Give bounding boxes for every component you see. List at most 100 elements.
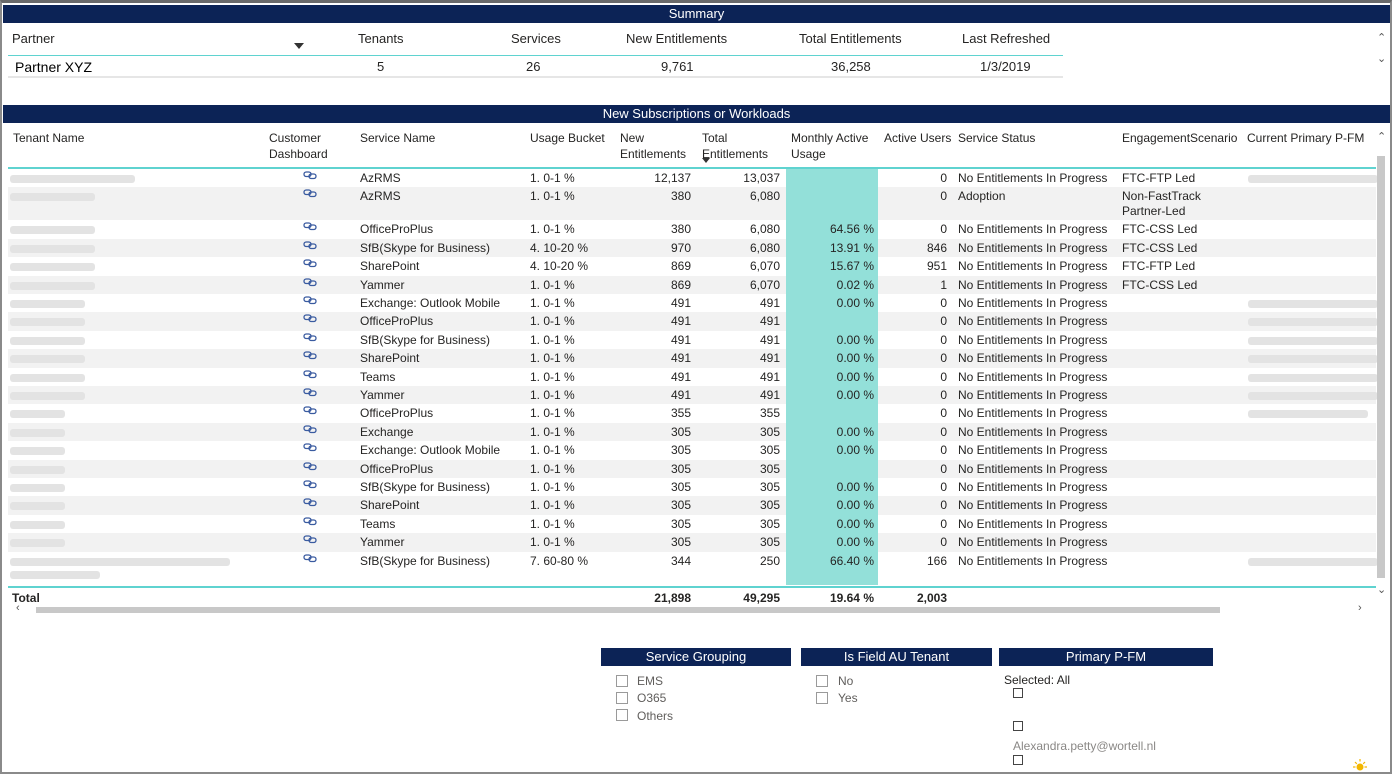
summary-header-partner[interactable]: Partner [12, 31, 55, 46]
summary-bottom-border [8, 76, 1063, 78]
col-header-new-entitlements[interactable]: New Entitlements [620, 130, 686, 162]
cell-total-entitlements: 6,080 [749, 189, 780, 204]
col-header-total-entitlements[interactable]: Total Entitlements [702, 130, 768, 162]
table-row[interactable]: OfficeProPlus 1. 0-1 % 355 355 0 No Entitleme… [8, 404, 1376, 423]
cell-usage-bucket: 1. 0-1 % [530, 171, 575, 185]
summary-divider [8, 55, 1063, 56]
table-row[interactable]: Yammer 1. 0-1 % 305 305 0.00 % 0 No Entitlemen… [8, 533, 1376, 552]
pfm-email-redacted [1248, 355, 1378, 364]
horizontal-scrollbar[interactable]: ‹ › [8, 602, 1368, 615]
link-icon[interactable] [303, 332, 317, 342]
cell-service-name: OfficeProPlus [360, 222, 434, 237]
link-icon[interactable] [303, 442, 317, 452]
table-row[interactable]: SharePoint 4. 10-20 % 869 6,070 15.67 % 951 No… [8, 257, 1376, 276]
link-icon[interactable] [303, 479, 317, 489]
link-icon[interactable] [303, 516, 317, 526]
link-icon[interactable] [303, 170, 317, 180]
scroll-up-icon[interactable]: ⌃ [1377, 130, 1386, 143]
table-row[interactable]: Exchange: Outlook Mobile 1. 0-1 % 491 491 0.… [8, 294, 1378, 313]
cell-total-entitlements: 305 [759, 443, 780, 458]
summary-services-value: 26 [526, 59, 541, 74]
cell-monthly-active-usage: 0.00 % [836, 443, 874, 458]
table-row[interactable]: SfB(Skype for Business) 1. 0-1 % 305 305 0.0… [8, 478, 1376, 497]
table-row[interactable]: Yammer 1. 0-1 % 491 491 0.00 % 0 No Entitlemen… [8, 386, 1378, 405]
table-row[interactable]: OfficeProPlus 1. 0-1 % 380 6,080 64.56 % 0 No … [8, 220, 1376, 239]
cell-new-entitlements: 491 [670, 332, 691, 347]
cell-usage-bucket: 1. 0-1 % [530, 461, 575, 476]
link-icon[interactable] [303, 553, 317, 563]
scroll-down-icon[interactable]: ⌄ [1377, 583, 1386, 596]
col-header-tenant-name[interactable]: Tenant Name [13, 130, 84, 146]
cell-service-status: No Entitlements In Progress [958, 259, 1108, 274]
cell-service-status: No Entitlements In Progress [958, 296, 1108, 310]
scroll-down-icon[interactable]: ⌄ [1377, 52, 1386, 65]
cell-service-name: OfficeProPlus [360, 314, 434, 329]
cell-usage-bucket: 1. 0-1 % [530, 516, 575, 531]
sun-icon[interactable] [1352, 758, 1368, 772]
checkbox-pfm-2[interactable] [1013, 721, 1023, 731]
checkbox-others[interactable] [616, 709, 628, 721]
link-icon[interactable] [303, 387, 317, 397]
table-row[interactable]: Exchange 1. 0-1 % 305 305 0.00 % 0 No Entitlem… [8, 422, 1376, 442]
table-row[interactable]: Yammer 1. 0-1 % 869 6,070 0.02 % 1 No Entitlem… [8, 275, 1376, 294]
checkbox-yes[interactable] [816, 692, 828, 704]
cell-service-status: No Entitlements In Progress [958, 516, 1108, 531]
pfm-email-redacted [1248, 557, 1378, 566]
cell-new-entitlements: 12,137 [654, 171, 691, 185]
table-row[interactable]: SfB(Skype for Business) 7. 60-80 % 344 250 6… [8, 551, 1378, 585]
scroll-up-icon[interactable]: ⌃ [1377, 31, 1386, 44]
col-header-customer-dashboard[interactable]: Customer Dashboard [269, 130, 328, 162]
link-icon[interactable] [303, 369, 317, 379]
link-icon[interactable] [303, 350, 317, 360]
table-row[interactable]: SharePoint 1. 0-1 % 491 491 0.00 % 0 No Entitl… [8, 349, 1378, 368]
link-icon[interactable] [303, 221, 317, 231]
sort-desc-icon[interactable] [294, 43, 304, 49]
table-row[interactable]: Teams 1. 0-1 % 491 491 0.00 % 0 No Entitlement… [8, 367, 1378, 386]
col-header-current-primary-pfm[interactable]: Current Primary P-FM [1247, 130, 1364, 146]
cell-engagement-scenario: FTC-FTP Led [1122, 259, 1196, 274]
horizontal-scroll-thumb[interactable] [36, 607, 1220, 613]
link-icon[interactable] [303, 405, 317, 415]
link-icon[interactable] [303, 240, 317, 250]
table-row[interactable]: Teams 1. 0-1 % 305 305 0.00 % 0 No Entitlement… [8, 514, 1376, 534]
col-header-engagement-scenario[interactable]: EngagementScenario [1122, 130, 1237, 146]
checkbox-o365[interactable] [616, 692, 628, 704]
scroll-left-icon[interactable]: ‹ [16, 602, 20, 614]
cell-service-name: SfB(Skype for Business) [360, 332, 491, 347]
sort-desc-icon[interactable] [702, 158, 710, 163]
checkbox-pfm-1[interactable] [1013, 688, 1023, 698]
table-row[interactable]: SfB(Skype for Business) 1. 0-1 % 491 491 0.0… [8, 330, 1378, 350]
table-row[interactable]: Exchange: Outlook Mobile 1. 0-1 % 305 305 0.… [8, 441, 1376, 460]
table-row[interactable]: OfficeProPlus 1. 0-1 % 305 305 0 No Entitleme… [8, 459, 1376, 478]
col-header-monthly-active-usage[interactable]: Monthly Active Usage [791, 130, 868, 162]
link-icon[interactable] [303, 277, 317, 287]
table-row[interactable]: SharePoint 1. 0-1 % 305 305 0.00 % 0 No Entitl… [8, 496, 1376, 515]
link-icon[interactable] [303, 461, 317, 471]
link-icon[interactable] [303, 188, 317, 198]
checkbox-no[interactable] [816, 675, 828, 687]
col-header-service-name[interactable]: Service Name [360, 130, 435, 146]
link-icon[interactable] [303, 313, 317, 323]
cell-service-name: SharePoint [360, 259, 420, 274]
cell-service-status: Adoption [958, 189, 1006, 204]
checkbox-pfm-3[interactable] [1013, 755, 1023, 765]
vertical-scrollbar[interactable] [1377, 156, 1385, 578]
table-row[interactable]: SfB(Skype for Business) 4. 10-20 % 970 6,08… [8, 238, 1376, 258]
link-icon[interactable] [303, 534, 317, 544]
col-header-service-status[interactable]: Service Status [958, 130, 1035, 146]
table-row[interactable]: OfficeProPlus 1. 0-1 % 491 491 0 No Entitleme… [8, 312, 1378, 331]
checkbox-ems[interactable] [616, 675, 628, 687]
cell-service-name: SharePoint [360, 351, 420, 366]
col-header-active-users[interactable]: Active Users [884, 130, 951, 146]
pfm-email-label[interactable]: Alexandra.petty@wortell.nl [1013, 739, 1156, 753]
link-icon[interactable] [303, 258, 317, 268]
scroll-right-icon[interactable]: › [1358, 602, 1362, 614]
col-header-usage-bucket[interactable]: Usage Bucket [530, 130, 605, 146]
cell-service-status: No Entitlements In Progress [958, 424, 1108, 439]
link-icon[interactable] [303, 295, 317, 305]
col-header-line: New [620, 131, 645, 145]
link-icon[interactable] [303, 424, 317, 434]
table-row[interactable]: AzRMS 1. 0-1 % 12,137 13,037 0 No Entitlement… [8, 169, 1378, 188]
table-row[interactable]: AzRMS 1. 0-1 % 380 6,080 0 Adoption Non-FastTr… [8, 187, 1376, 221]
link-icon[interactable] [303, 497, 317, 507]
